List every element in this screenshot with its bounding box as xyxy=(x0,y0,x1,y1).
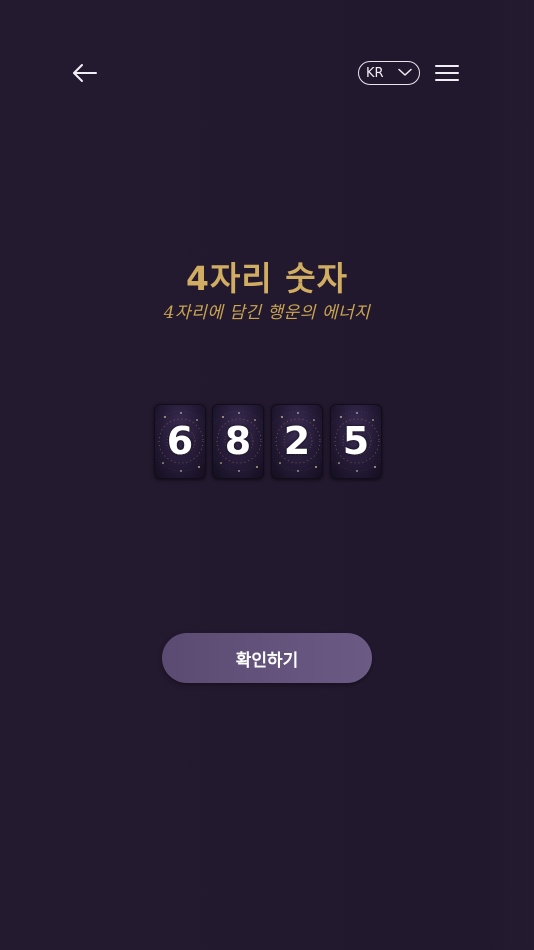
chevron-down-icon xyxy=(398,68,412,76)
back-button[interactable] xyxy=(70,58,100,88)
menu-button[interactable] xyxy=(434,62,460,84)
hamburger-menu-icon xyxy=(435,65,459,81)
app-screen: KR 4자리 숫자 4자리에 담긴 행운의 에너지 6 8 2 5 확인하기 xyxy=(0,0,534,950)
number-digit: 8 xyxy=(224,419,252,463)
number-digit: 6 xyxy=(166,419,194,463)
number-digit: 2 xyxy=(283,419,311,463)
page-subtitle: 4자리에 담긴 행운의 에너지 xyxy=(163,303,371,323)
language-select[interactable]: KR xyxy=(358,61,420,85)
number-card-2: 8 xyxy=(212,404,264,479)
page-title: 4자리 숫자 xyxy=(186,259,348,298)
number-digit: 5 xyxy=(342,419,370,463)
arrow-left-icon xyxy=(73,64,97,82)
number-card-4: 5 xyxy=(330,404,382,479)
number-cards: 6 8 2 5 xyxy=(154,404,382,479)
number-card-1: 6 xyxy=(154,404,206,479)
confirm-button[interactable]: 확인하기 xyxy=(162,633,372,683)
number-card-3: 2 xyxy=(271,404,323,479)
language-selected-value: KR xyxy=(366,65,384,81)
